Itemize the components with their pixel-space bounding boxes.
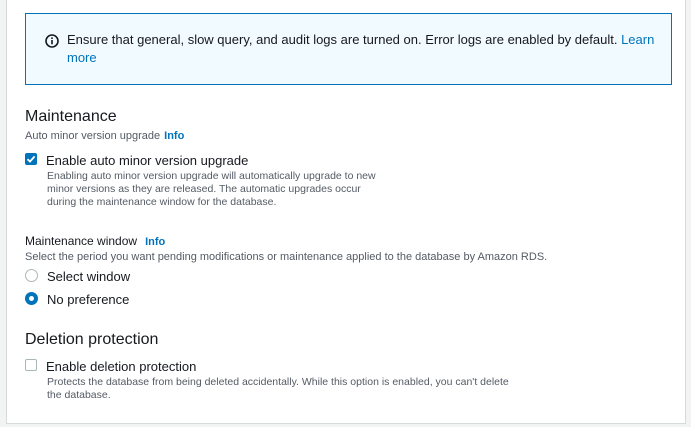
auto-minor-upgrade-label: Auto minor version upgrade Info: [25, 129, 184, 143]
maintenance-window-info-link[interactable]: Info: [145, 236, 165, 248]
auto-upgrade-checkbox[interactable]: [25, 153, 37, 165]
deletion-protection-option[interactable]: Enable deletion protection: [25, 359, 196, 375]
maintenance-window-label: Maintenance window Info: [25, 234, 165, 249]
alert-text: Ensure that general, slow query, and aud…: [67, 32, 618, 47]
auto-upgrade-label: Enable auto minor version upgrade: [46, 153, 249, 168]
deletion-protection-heading: Deletion protection: [25, 331, 159, 348]
select-window-radio[interactable]: [25, 269, 38, 282]
logs-info-alert: Ensure that general, slow query, and aud…: [25, 13, 672, 85]
info-circle-icon: [45, 34, 59, 48]
auto-upgrade-description: Enabling auto minor version upgrade will…: [47, 170, 376, 208]
alert-message: Ensure that general, slow query, and aud…: [67, 31, 662, 67]
auto-minor-upgrade-info-link[interactable]: Info: [164, 130, 184, 142]
database-settings-panel: Ensure that general, slow query, and aud…: [6, 0, 686, 424]
auto-minor-upgrade-text: Auto minor version upgrade: [25, 130, 161, 142]
no-preference-radio[interactable]: [25, 292, 38, 305]
select-window-label: Select window: [47, 269, 131, 284]
no-preference-label: No preference: [47, 292, 130, 307]
auto-upgrade-option[interactable]: Enable auto minor version upgrade: [25, 153, 248, 169]
deletion-protection-checkbox[interactable]: [25, 359, 37, 371]
deletion-protection-label: Enable deletion protection: [46, 359, 197, 374]
no-preference-option[interactable]: No preference: [25, 292, 129, 308]
deletion-protection-description: Protects the database from being deleted…: [47, 376, 509, 401]
checkmark-icon: [26, 155, 36, 163]
select-window-option[interactable]: Select window: [25, 269, 130, 285]
maintenance-window-text: Maintenance window: [25, 234, 138, 248]
maintenance-heading: Maintenance: [25, 108, 117, 125]
maintenance-window-description: Select the period you want pending modif…: [25, 251, 548, 263]
